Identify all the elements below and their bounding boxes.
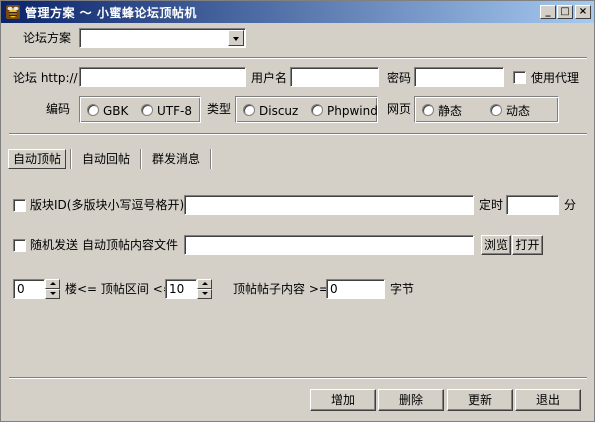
password-label: 密码 <box>387 71 412 85</box>
url-input[interactable] <box>79 67 246 87</box>
browse-button[interactable]: 浏览 <box>481 235 511 255</box>
separator-middle <box>9 133 587 135</box>
range-min-input[interactable] <box>13 279 45 299</box>
tab-auto-bump[interactable]: 自动顶帖 <box>8 149 67 169</box>
timer-input[interactable] <box>506 195 559 215</box>
encoding-gbk-label: GBK <box>103 104 129 118</box>
board-checkbox[interactable] <box>13 199 26 212</box>
content-length-label: 顶帖帖子内容 >= <box>233 282 329 296</box>
password-input[interactable] <box>414 67 504 87</box>
tab-divider <box>70 149 72 169</box>
type-phpwind-label: Phpwind <box>327 104 378 118</box>
delete-button[interactable]: 删除 <box>378 389 444 411</box>
webpage-dynamic-radio[interactable] <box>490 104 502 116</box>
spin-down-icon[interactable] <box>197 289 212 299</box>
encoding-gbk-radio[interactable] <box>87 104 99 116</box>
timer-label: 定时 <box>479 198 504 212</box>
content-file-input[interactable] <box>184 235 474 255</box>
webpage-static-radio[interactable] <box>422 104 434 116</box>
type-phpwind-radio[interactable] <box>311 104 323 116</box>
title-bar[interactable]: 管理方案 ～ 小蜜蜂论坛顶帖机 _ □ × <box>1 1 594 23</box>
tab-divider <box>140 149 142 169</box>
open-button[interactable]: 打开 <box>512 235 543 255</box>
encoding-utf8-label: UTF-8 <box>157 104 192 118</box>
proxy-checkbox[interactable] <box>513 71 526 84</box>
update-button[interactable]: 更新 <box>447 389 513 411</box>
spin-down-icon[interactable] <box>45 289 60 299</box>
close-button[interactable]: × <box>575 5 591 19</box>
separator-top <box>9 57 587 59</box>
tab-mass-message[interactable]: 群发消息 <box>152 152 200 166</box>
type-discuz-label: Discuz <box>259 104 299 118</box>
webpage-group <box>414 96 559 123</box>
tab-auto-reply[interactable]: 自动回帖 <box>82 152 130 166</box>
username-label: 用户名 <box>251 71 288 85</box>
scheme-label: 论坛方案 <box>23 31 72 45</box>
timer-unit: 分 <box>564 198 577 212</box>
url-label: 论坛 http:// <box>13 71 78 85</box>
board-id-input[interactable] <box>184 195 474 215</box>
webpage-dynamic-label: 动态 <box>506 104 531 118</box>
tab-divider <box>210 149 212 169</box>
maximize-button[interactable]: □ <box>557 5 573 19</box>
chevron-down-icon[interactable] <box>228 30 244 46</box>
range-max-spinner[interactable] <box>197 279 212 299</box>
type-discuz-radio[interactable] <box>243 104 255 116</box>
minimize-button[interactable]: _ <box>540 5 556 19</box>
bee-app-icon <box>6 5 20 19</box>
encoding-label: 编码 <box>46 102 71 116</box>
scheme-combobox[interactable] <box>79 28 246 48</box>
spin-up-icon[interactable] <box>45 279 60 289</box>
add-button[interactable]: 增加 <box>310 389 376 411</box>
random-label: 随机发送 <box>30 238 79 252</box>
content-file-label: 自动顶帖内容文件 <box>82 238 179 252</box>
range-label: 楼<= 顶帖区间 <= <box>65 282 173 296</box>
range-min-spinner[interactable] <box>45 279 60 299</box>
random-checkbox[interactable] <box>13 239 26 252</box>
window-title: 管理方案 ～ 小蜜蜂论坛顶帖机 <box>25 6 197 20</box>
main-window: 管理方案 ～ 小蜜蜂论坛顶帖机 _ □ × 论坛方案 论坛 http:// 用户… <box>0 0 595 422</box>
content-length-input[interactable] <box>326 279 385 299</box>
proxy-label: 使用代理 <box>531 71 580 85</box>
exit-button[interactable]: 退出 <box>515 389 581 411</box>
spin-up-icon[interactable] <box>197 279 212 289</box>
board-label: 版块ID(多版块小写逗号格开) <box>30 198 185 212</box>
encoding-utf8-radio[interactable] <box>141 104 153 116</box>
separator-bottom <box>9 377 587 379</box>
range-max-input[interactable] <box>165 279 197 299</box>
webpage-label: 网页 <box>387 102 412 116</box>
content-length-unit: 字节 <box>390 282 415 296</box>
username-input[interactable] <box>290 67 379 87</box>
webpage-static-label: 静态 <box>438 104 463 118</box>
type-label: 类型 <box>207 102 232 116</box>
